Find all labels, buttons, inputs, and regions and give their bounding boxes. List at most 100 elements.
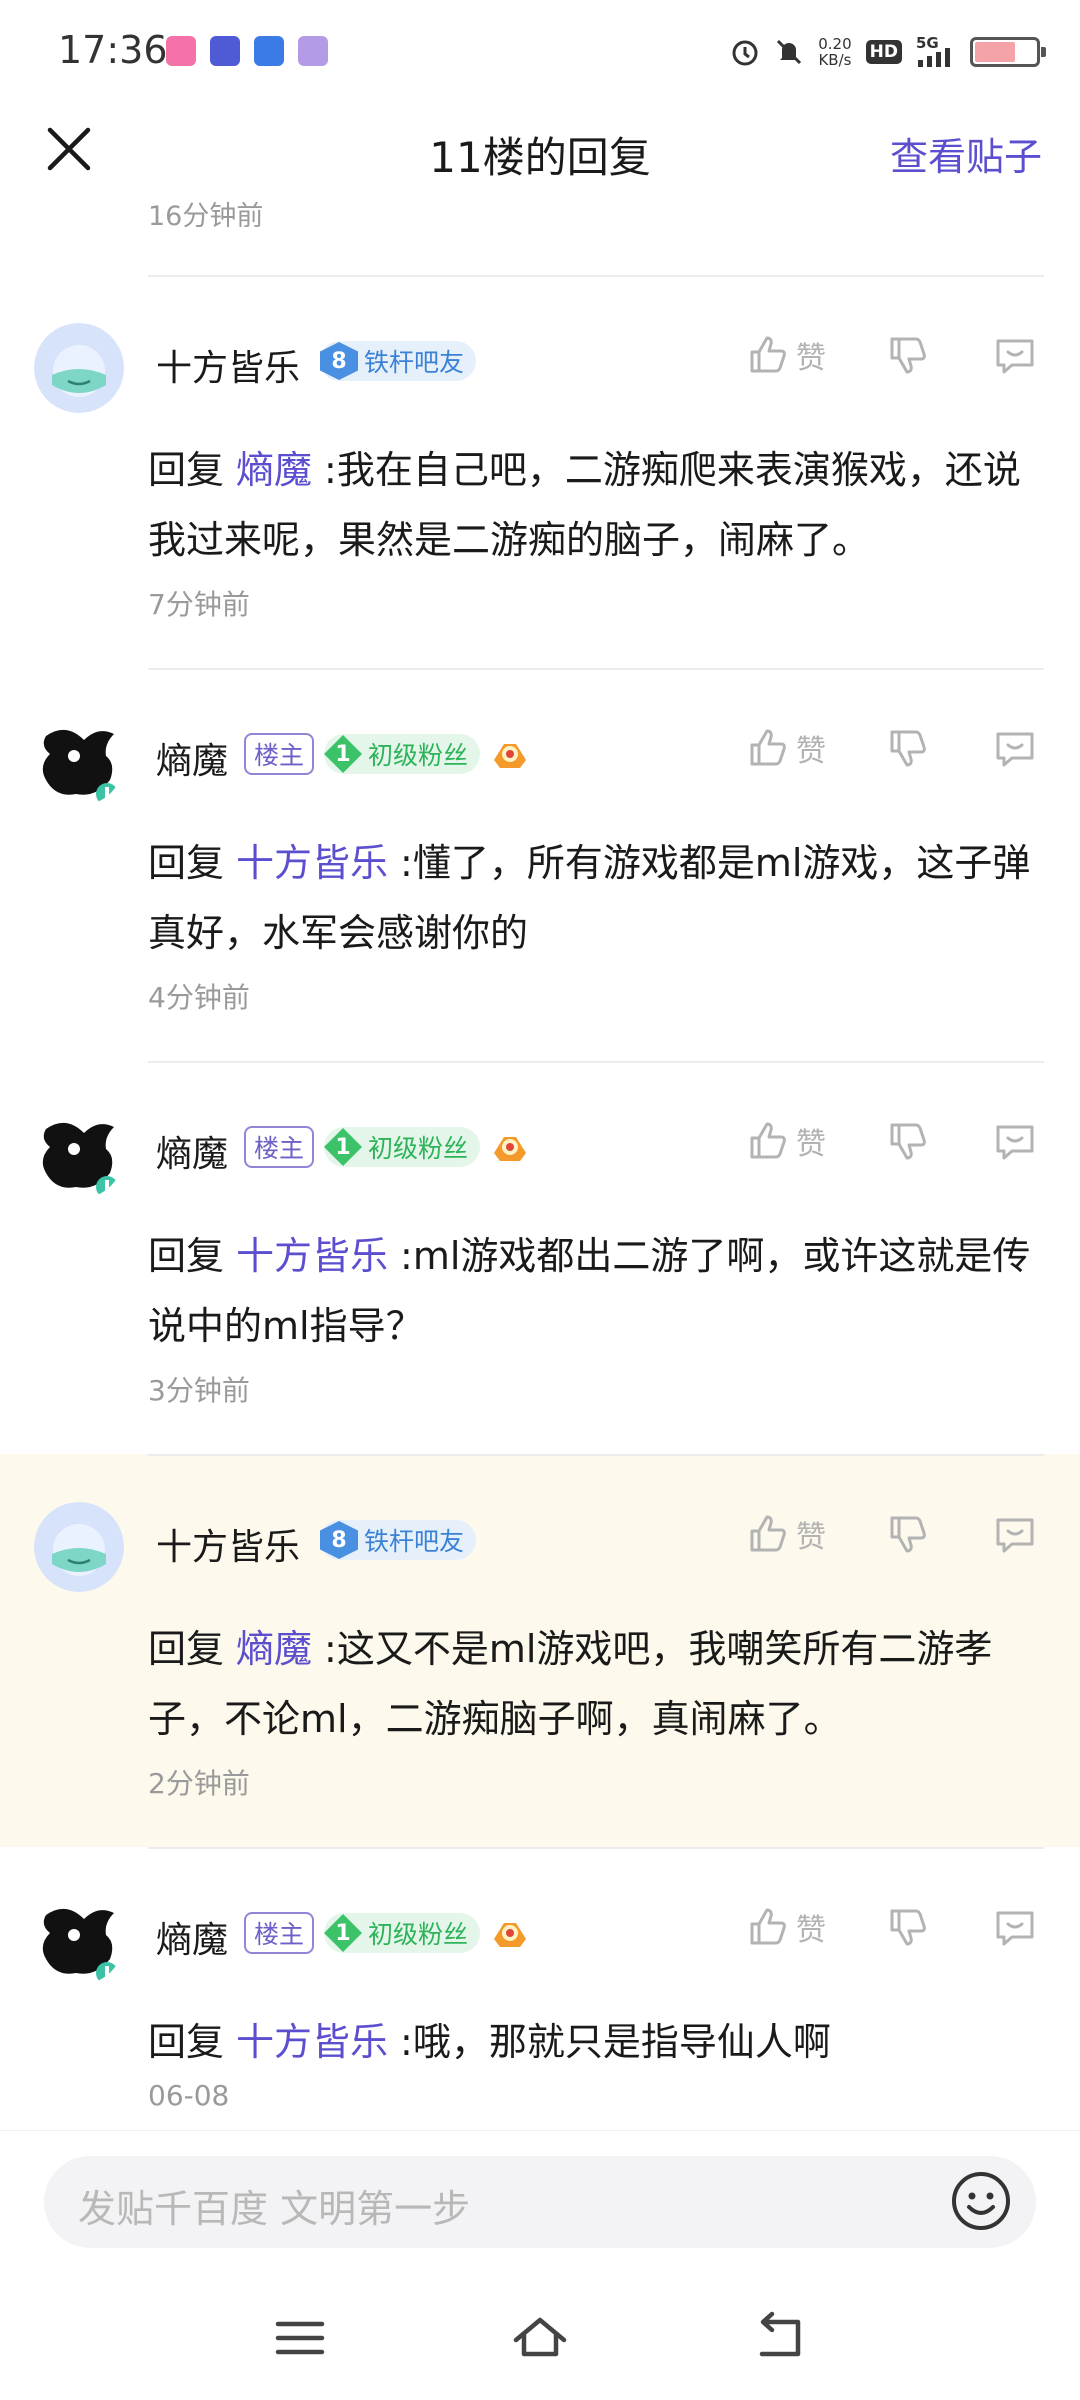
reply-list: 十方皆乐 8 铁杆吧友 赞 回复 熵魔:我在自己吧，二游痴爬来表演猴戏，还说我过来呢… <box>0 275 1080 2240</box>
thumbs-up-icon <box>750 336 786 373</box>
level-number: 1 <box>324 1914 363 1952</box>
home-icon[interactable] <box>512 2310 568 2366</box>
status-right: 0.20 KB/s HD 5G <box>730 34 1046 70</box>
reply-actions: 赞 <box>746 1905 1038 1949</box>
reply-item-highlighted: 十方皆乐 8 铁杆吧友 赞 回复 熵魔:这又不是ml游戏吧，我嘲笑所有二游孝子，不论… <box>0 1454 1080 1847</box>
like-label: 赞 <box>796 734 826 769</box>
reply-target-user[interactable]: 十方皆乐 <box>224 1234 400 1278</box>
owner-tag: 楼主 <box>244 1126 315 1168</box>
game-medal-icon <box>494 744 527 768</box>
reply-content[interactable]: 回复 十方皆乐:ml游戏都出二游了啊，或许这就是传说中的ml指导？ <box>148 1221 1044 1361</box>
reply-target-user[interactable]: 十方皆乐 <box>224 2020 400 2064</box>
game-medal-icon <box>494 1923 527 1947</box>
avatar[interactable] <box>34 1502 124 1592</box>
thumbs-up-icon <box>750 1908 786 1945</box>
reply-time: 3分钟前 <box>148 1374 250 1407</box>
level-badge: 1 初级粉丝 <box>324 734 481 774</box>
reply-content[interactable]: 回复 熵魔:这又不是ml游戏吧，我嘲笑所有二游孝子，不论ml，二游痴脑子啊，真闹麻… <box>148 1614 1044 1754</box>
reply-target-user[interactable]: 十方皆乐 <box>224 841 400 885</box>
reply-prefix: 回复 <box>148 1234 225 1278</box>
comment-input[interactable]: 发贴千百度 文明第一步 <box>44 2156 1036 2248</box>
avatar[interactable] <box>34 323 124 413</box>
previous-reply-time: 16分钟前 <box>148 201 264 228</box>
comment-icon[interactable] <box>992 1512 1038 1556</box>
thumbs-down-icon[interactable] <box>886 726 930 770</box>
thumbs-down-icon[interactable] <box>886 1905 930 1949</box>
bilibili-app-icon <box>166 36 196 66</box>
like-button[interactable]: 赞 <box>746 1119 886 1163</box>
battery-icon <box>970 37 1046 67</box>
emoji-icon[interactable] <box>950 2170 1012 2232</box>
comment-icon[interactable] <box>992 333 1038 377</box>
divider <box>148 275 1044 277</box>
reply-actions: 赞 <box>746 1512 1038 1556</box>
reply-content[interactable]: 回复 十方皆乐:懂了，所有游戏都是ml游戏，这子弹真好，水军会感谢你的 <box>148 828 1044 968</box>
level-title: 初级粉丝 <box>368 1920 469 1949</box>
system-nav-bar <box>0 2280 1080 2400</box>
reply-content[interactable]: 回复 熵魔:我在自己吧，二游痴爬来表演猴戏，还说我过来呢，果然是二游痴的脑子，闹麻… <box>148 435 1044 575</box>
reply-actions: 赞 <box>746 1119 1038 1163</box>
divider <box>148 668 1044 670</box>
avatar[interactable] <box>34 1109 124 1199</box>
thumbs-up-icon <box>750 1515 786 1552</box>
reply-actions: 赞 <box>746 333 1038 377</box>
comment-icon[interactable] <box>992 1905 1038 1949</box>
status-bar: 17:36 0.20 KB/s HD 5G <box>0 0 1080 100</box>
like-button[interactable]: 赞 <box>746 1512 886 1556</box>
like-button[interactable]: 赞 <box>746 1905 886 1949</box>
like-button[interactable]: 赞 <box>746 333 886 377</box>
username[interactable]: 十方皆乐 <box>156 1518 300 1570</box>
username[interactable]: 熵魔 <box>156 1125 228 1177</box>
level-badge: 8 铁杆吧友 <box>320 341 477 381</box>
net-speed: 0.20 KB/s <box>818 35 852 69</box>
level-title: 初级粉丝 <box>368 741 469 770</box>
thumbs-up-icon <box>750 729 786 766</box>
level-number: 8 <box>320 1521 358 1559</box>
like-label: 赞 <box>796 1127 826 1162</box>
divider <box>148 1847 1044 1849</box>
user-badges: 楼主 1 初级粉丝 <box>244 1911 530 1955</box>
reply-item: 熵魔 楼主 1 初级粉丝 赞 回复 十方皆乐:懂了，所有游戏都是ml游戏，这子弹真好… <box>0 668 1080 1061</box>
avatar[interactable] <box>34 1895 124 1985</box>
user-badges: 楼主 1 初级粉丝 <box>244 732 530 776</box>
like-label: 赞 <box>796 1913 826 1948</box>
user-badges: 8 铁杆吧友 <box>320 339 477 383</box>
username[interactable]: 熵魔 <box>156 732 228 784</box>
comment-icon[interactable] <box>992 1119 1038 1163</box>
divider <box>148 1454 1044 1456</box>
comment-input-placeholder: 发贴千百度 文明第一步 <box>78 2187 471 2231</box>
reply-target-user[interactable]: 熵魔 <box>224 448 324 492</box>
reply-item: 十方皆乐 8 铁杆吧友 赞 回复 熵魔:我在自己吧，二游痴爬来表演猴戏，还说我过来呢… <box>0 275 1080 668</box>
mute-icon <box>777 39 802 65</box>
alarm-icon <box>732 40 758 66</box>
tool-app-icon <box>254 36 284 66</box>
comment-input-bar: 发贴千百度 文明第一步 <box>0 2130 1080 2280</box>
username[interactable]: 熵魔 <box>156 1911 228 1963</box>
thumbs-down-icon[interactable] <box>886 333 930 377</box>
thumbs-down-icon[interactable] <box>886 1512 930 1556</box>
level-title: 初级粉丝 <box>368 1134 469 1163</box>
reply-time: 06-08 <box>148 2079 230 2112</box>
reply-prefix: 回复 <box>148 448 225 492</box>
reply-prefix: 回复 <box>148 841 225 885</box>
user-badges: 楼主 1 初级粉丝 <box>244 1125 530 1169</box>
reply-content[interactable]: 回复 十方皆乐:哦，那就只是指导仙人啊 <box>148 2007 1044 2077</box>
back-icon[interactable] <box>752 2310 808 2366</box>
avatar[interactable] <box>34 716 124 806</box>
like-label: 赞 <box>796 341 826 376</box>
level-badge: 8 铁杆吧友 <box>320 1520 477 1560</box>
menu-icon[interactable] <box>272 2310 328 2366</box>
reply-target-user[interactable]: 熵魔 <box>224 1627 324 1671</box>
view-post-link[interactable]: 查看贴子 <box>890 126 1042 181</box>
level-title: 铁杆吧友 <box>364 348 465 377</box>
reply-time: 4分钟前 <box>148 981 250 1014</box>
level-number: 1 <box>324 1128 363 1166</box>
comment-icon[interactable] <box>992 726 1038 770</box>
thumbs-down-icon[interactable] <box>886 1119 930 1163</box>
hd-badge: HD <box>865 40 902 64</box>
user-badges: 8 铁杆吧友 <box>320 1518 477 1562</box>
username[interactable]: 十方皆乐 <box>156 339 300 391</box>
like-button[interactable]: 赞 <box>746 726 886 770</box>
tieba-app-icon <box>210 36 240 66</box>
status-time: 17:36 <box>58 28 168 72</box>
